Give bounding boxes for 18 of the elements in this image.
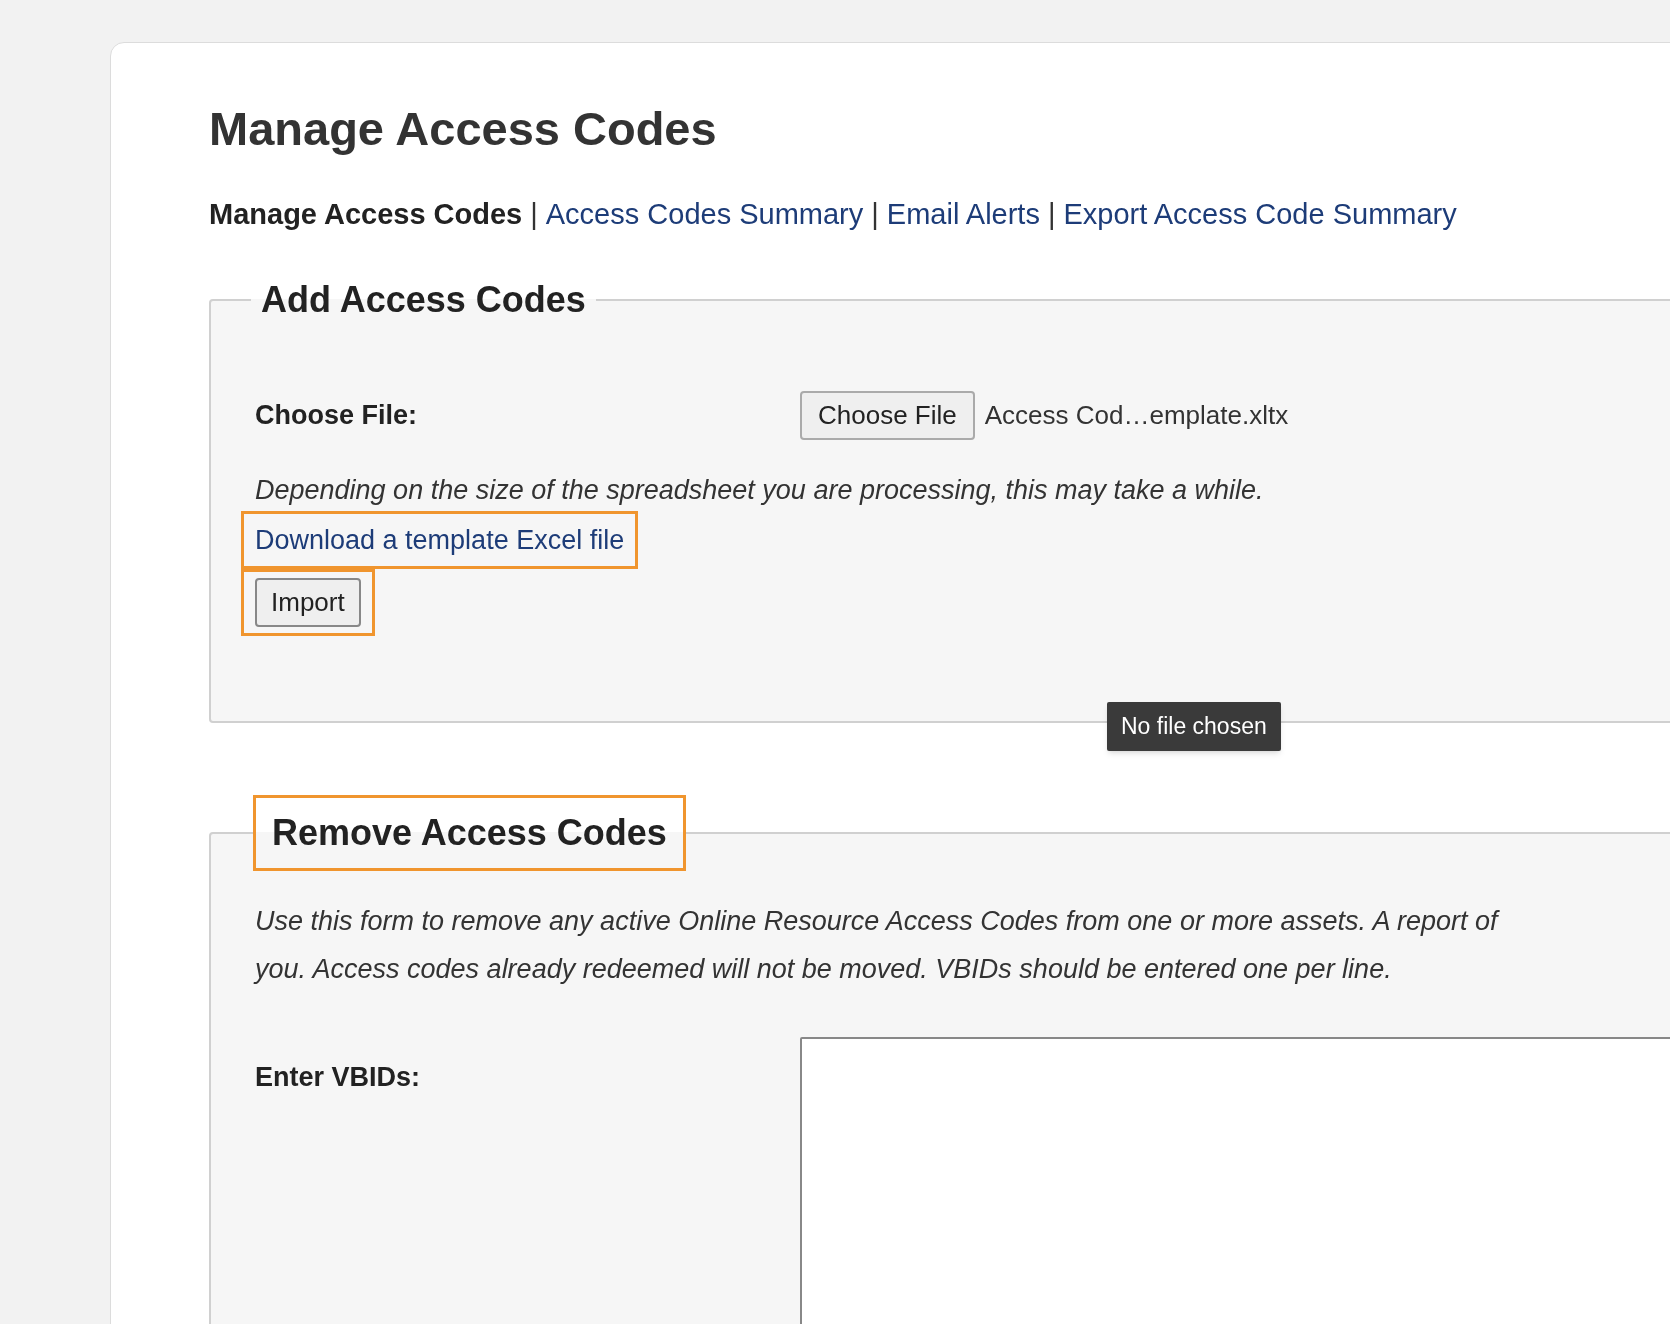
nav-link[interactable]: Email Alerts — [886, 200, 1040, 229]
choose-file-button[interactable]: Choose File — [800, 391, 975, 440]
nav-link[interactable]: Manage Access Codes — [209, 200, 523, 229]
description-text: Use this form to remove any active Online Resource Access Codes from one or more assets. A report of you. Access codes already redeemed will not be moved. VBIDs should be entered one per line. — [255, 905, 1501, 986]
section-legend: Add Access Codes — [261, 279, 586, 320]
download-template-link[interactable]: Download a template Excel file — [255, 524, 625, 555]
nav-separator: | — [1047, 200, 1056, 229]
field-label: Choose File: — [255, 399, 418, 433]
nav-separator: | — [871, 200, 879, 229]
section-legend: Remove Access Codes — [272, 812, 667, 853]
tooltip: No file chosen — [1107, 702, 1281, 751]
field-label: Enter VBIDs: — [255, 1061, 422, 1094]
nav-separator: | — [530, 200, 538, 229]
import-button[interactable]: Import — [255, 578, 361, 627]
file-name: Access Cod…emplate.xltx — [984, 399, 1289, 432]
nav-link[interactable]: Export Access Code Summary — [1063, 200, 1457, 229]
nav-link[interactable]: Access Codes Summary — [545, 200, 864, 229]
processing-note: Depending on the size of the spreadsheet you are processing, this may take a while. — [255, 474, 1265, 507]
